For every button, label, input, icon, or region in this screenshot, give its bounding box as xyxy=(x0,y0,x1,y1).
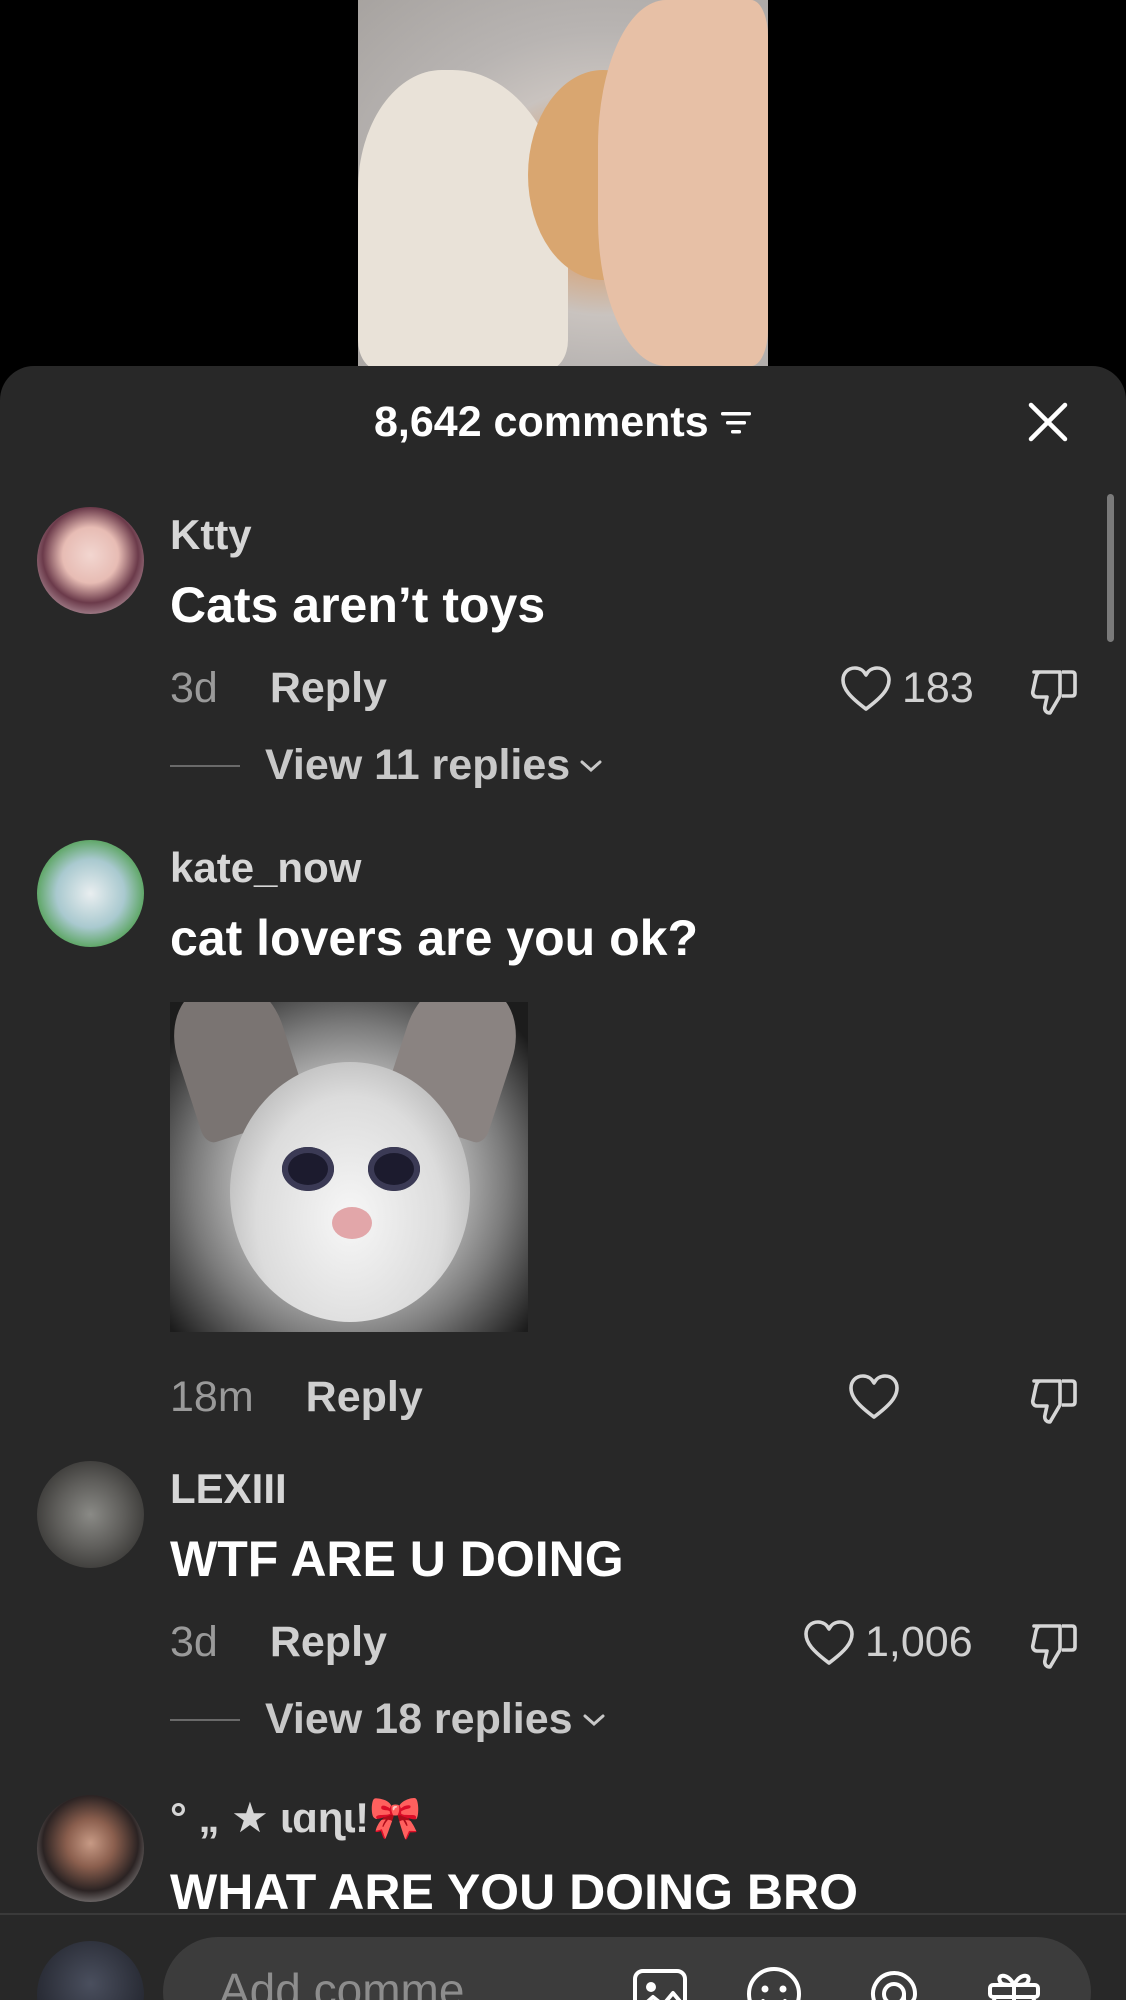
video-thumbnail[interactable] xyxy=(358,0,768,366)
gift-icon[interactable] xyxy=(983,1963,1045,2000)
avatar[interactable] xyxy=(37,840,144,947)
reply-button[interactable]: Reply xyxy=(270,664,387,713)
comment-username[interactable]: Ktty xyxy=(170,511,252,559)
comment-username[interactable]: LEXIII xyxy=(170,1465,287,1513)
image-icon[interactable] xyxy=(629,1963,691,2000)
comment-gif-image[interactable] xyxy=(170,1002,528,1332)
at-icon[interactable] xyxy=(863,1963,925,2000)
comment-text: Cats aren’t toys xyxy=(170,577,546,633)
replies-divider-line xyxy=(170,1718,240,1721)
scrollbar[interactable] xyxy=(1107,494,1114,642)
comment-meta: 3d Reply xyxy=(170,1618,387,1667)
view-replies-button[interactable]: View 18 replies xyxy=(170,1695,607,1744)
avatar[interactable] xyxy=(37,507,144,614)
avatar[interactable] xyxy=(37,1795,144,1902)
reply-button[interactable]: Reply xyxy=(306,1373,423,1422)
replies-divider-line xyxy=(170,764,240,767)
gif-eye-right xyxy=(368,1147,420,1191)
like-button[interactable]: 183 xyxy=(840,664,974,713)
comment-time: 3d xyxy=(170,664,218,712)
like-button[interactable] xyxy=(848,1373,910,1421)
comment-meta: 18m Reply xyxy=(170,1373,423,1422)
chevron-down-icon xyxy=(583,1714,605,1726)
close-icon xyxy=(1028,402,1068,442)
thumbs-down-icon[interactable] xyxy=(1028,1375,1080,1427)
avatar[interactable] xyxy=(37,1461,144,1568)
comment-input[interactable] xyxy=(219,1955,679,2000)
view-replies-label: View 11 replies xyxy=(265,741,571,789)
comment-text: cat lovers are you ok? xyxy=(170,910,699,966)
comments-header: 8,642 comments xyxy=(0,366,1126,476)
filter-icon[interactable] xyxy=(719,406,753,440)
gif-crying-cat-face xyxy=(230,1062,470,1322)
gif-nose xyxy=(332,1207,372,1239)
comment-input-container[interactable] xyxy=(163,1937,1091,2000)
comment-username[interactable]: ° „ ★ ɩɑɳɩ!🎀 xyxy=(170,1793,421,1843)
emoji-icon[interactable] xyxy=(743,1963,805,2000)
comment-username[interactable]: kate_now xyxy=(170,844,361,892)
thumbs-down-icon[interactable] xyxy=(1028,1620,1080,1672)
comment-count-label: 8,642 comments xyxy=(374,398,709,446)
heart-outline-icon xyxy=(804,1619,854,1665)
thumbs-down-icon[interactable] xyxy=(1028,666,1080,718)
current-user-avatar[interactable] xyxy=(37,1941,144,2000)
close-button[interactable] xyxy=(1020,394,1076,450)
chevron-down-icon xyxy=(580,760,602,772)
reply-button[interactable]: Reply xyxy=(270,1618,387,1667)
like-button[interactable]: 1,006 xyxy=(803,1618,973,1667)
comment-time: 18m xyxy=(170,1373,254,1421)
comment-text: WTF ARE U DOING xyxy=(170,1531,624,1587)
comment-time: 3d xyxy=(170,1618,218,1666)
view-replies-button[interactable]: View 11 replies xyxy=(170,741,604,790)
like-count: 183 xyxy=(902,664,974,712)
video-preview-area xyxy=(0,0,1126,366)
heart-outline-icon xyxy=(841,665,891,711)
comment-meta: 3d Reply xyxy=(170,664,387,713)
comment-input-bar xyxy=(0,1915,1126,2000)
heart-outline-icon xyxy=(849,1374,899,1419)
comment-count-header: 8,642 comments xyxy=(374,398,753,447)
video-frame-hand xyxy=(598,0,768,366)
comments-sheet: 8,642 comments Ktty Cats aren’t toys 3d … xyxy=(0,366,1126,2000)
view-replies-label: View 18 replies xyxy=(265,1695,573,1743)
gif-eye-left xyxy=(282,1147,334,1191)
like-count: 1,006 xyxy=(865,1618,973,1666)
